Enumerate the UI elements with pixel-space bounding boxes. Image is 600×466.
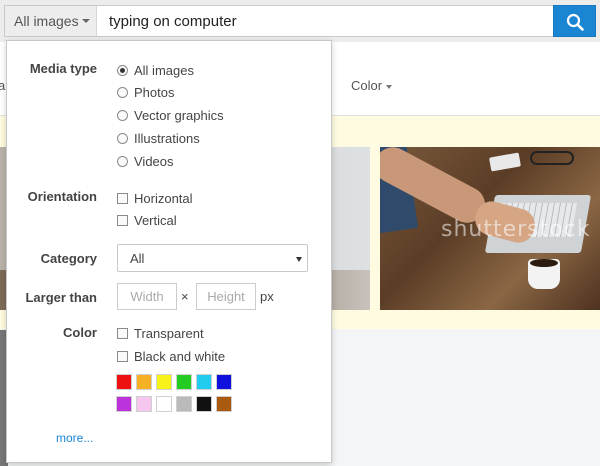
image-type-label: All images xyxy=(14,13,79,29)
image-type-dropdown[interactable]: All images xyxy=(5,6,97,36)
option-label: Black and white xyxy=(134,349,226,364)
color-swatch[interactable] xyxy=(136,374,152,390)
option-label: Illustrations xyxy=(134,131,200,146)
color-swatch[interactable] xyxy=(216,396,232,412)
radio-icon xyxy=(117,110,128,121)
filter-label-partial: a xyxy=(0,78,6,93)
option-label: All images xyxy=(134,63,194,78)
search-box: All images xyxy=(4,5,553,37)
height-field[interactable]: Height xyxy=(196,283,256,310)
color-swatch[interactable] xyxy=(216,374,232,390)
media-type-label: Media type xyxy=(29,61,97,76)
option-label: Photos xyxy=(134,85,175,100)
option-label: Horizontal xyxy=(134,191,193,206)
radio-videos[interactable]: Videos xyxy=(117,154,174,169)
checkbox-transparent[interactable]: Transparent xyxy=(117,326,204,341)
color-swatch[interactable] xyxy=(116,396,132,412)
radio-selected-icon xyxy=(117,65,128,76)
search-input[interactable] xyxy=(109,6,539,36)
radio-vector-graphics[interactable]: Vector graphics xyxy=(117,108,224,123)
radio-icon xyxy=(117,87,128,98)
radio-icon xyxy=(117,133,128,144)
checkbox-icon xyxy=(117,328,128,339)
color-filter-dropdown[interactable]: Color xyxy=(351,78,393,93)
chevron-down-icon xyxy=(386,84,393,89)
checkbox-icon xyxy=(117,193,128,204)
category-select[interactable]: All xyxy=(117,244,308,272)
option-label: Transparent xyxy=(134,326,204,341)
radio-all-images[interactable]: All images xyxy=(117,63,194,78)
search-bar: All images xyxy=(0,0,600,42)
checkbox-vertical[interactable]: Vertical xyxy=(117,213,177,228)
radio-photos[interactable]: Photos xyxy=(117,85,174,100)
color-swatch[interactable] xyxy=(196,396,212,412)
color-swatch[interactable] xyxy=(136,396,152,412)
radio-icon xyxy=(117,156,128,167)
color-swatch[interactable] xyxy=(156,374,172,390)
checkbox-icon xyxy=(117,215,128,226)
radio-illustrations[interactable]: Illustrations xyxy=(117,131,200,146)
watermark: shutterstock xyxy=(441,217,591,242)
option-label: Videos xyxy=(134,154,174,169)
checkbox-icon xyxy=(117,351,128,362)
color-label: Color xyxy=(63,325,97,340)
color-swatch[interactable] xyxy=(116,374,132,390)
checkbox-horizontal[interactable]: Horizontal xyxy=(117,191,193,206)
color-swatch[interactable] xyxy=(176,374,192,390)
times-symbol: × xyxy=(181,289,189,304)
color-swatch[interactable] xyxy=(156,396,172,412)
chevron-down-icon xyxy=(82,19,90,23)
color-swatch[interactable] xyxy=(196,374,212,390)
px-unit: px xyxy=(260,289,274,304)
category-label: Category xyxy=(40,251,97,266)
color-filter-label: Color xyxy=(351,78,383,93)
option-label: Vertical xyxy=(134,213,177,228)
chevron-down-icon xyxy=(296,257,302,262)
coffee-image xyxy=(530,259,558,267)
width-field[interactable]: Width xyxy=(117,283,177,310)
filter-dropdown-panel: Media type All images Photos Vector grap… xyxy=(6,40,332,463)
checkbox-black-and-white[interactable]: Black and white xyxy=(117,349,225,364)
option-label: Vector graphics xyxy=(134,108,224,123)
category-value: All xyxy=(130,251,145,266)
larger-than-label: Larger than xyxy=(25,290,97,305)
search-icon xyxy=(566,13,584,31)
color-swatch[interactable] xyxy=(176,396,192,412)
search-button[interactable] xyxy=(553,5,596,37)
more-link[interactable]: more... xyxy=(56,431,93,445)
glasses-image xyxy=(530,151,574,165)
orientation-label: Orientation xyxy=(27,189,97,204)
